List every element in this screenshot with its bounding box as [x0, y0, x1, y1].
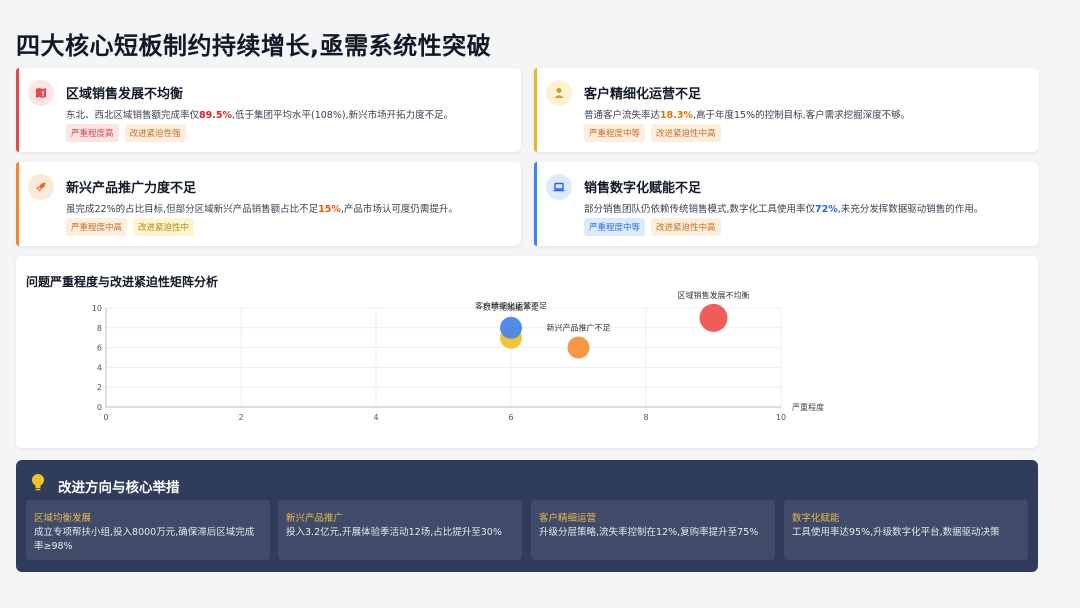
lightbulb-icon: [32, 474, 44, 491]
matrix-chart-card: 问题严重程度与改进紧迫性矩阵分析 0 2 4 6 8 10 0 2 4 6 8 10 严重程度 区域销售发…: [16, 256, 1038, 448]
card-description: 东北、西北区域销售额完成率仅89.5%,低于集团平均水平(108%),新兴市场开…: [66, 110, 454, 121]
urgency-tag: 改进紧迫性中高: [651, 124, 721, 142]
issue-card-new-product: 新兴产品推广力度不足 虽完成22%的占比目标,但部分区域新兴产品销售额占比不足1…: [16, 162, 521, 246]
x-axis-label: 严重程度: [792, 402, 824, 412]
x-tick-label: 8: [643, 413, 648, 422]
x-tick-label: 10: [776, 413, 786, 422]
measure-detail: 升级分层策略,流失率控制在12%,复购率提升至75%: [539, 527, 759, 538]
measure-detail: 成立专项帮扶小组,投入8000万元,确保滞后区域完成率≥98%: [34, 527, 255, 552]
severity-tag: 严重程度中高: [66, 218, 128, 236]
card-title: 区域销售发展不均衡: [66, 87, 184, 102]
highlight-value: 89.5%: [199, 110, 232, 121]
issue-card-customer: 客户精细化运营不足 普通客户流失率达18.3%,高于年度15%的控制目标,客户需…: [534, 68, 1039, 152]
rocket-icon: [28, 174, 54, 200]
user-icon: [546, 80, 572, 106]
highlight-value: 18.3%: [660, 110, 693, 121]
x-tick-label: 4: [373, 413, 378, 422]
issue-card-regional: 区域销售发展不均衡 东北、西北区域销售额完成率仅89.5%,低于集团平均水平(1…: [16, 68, 521, 152]
y-tick-label: 8: [97, 324, 102, 333]
measure-card-product: 新兴产品推广 投入3.2亿元,开展体验季活动12场,占比提升至30%: [278, 500, 522, 560]
improvement-panel: 改进方向与核心举措 区域均衡发展 成立专项帮扶小组,投入8000万元,确保滞后区…: [16, 460, 1038, 572]
severity-tag: 严重程度高: [66, 124, 119, 142]
severity-tag: 严重程度中等: [584, 218, 646, 236]
y-tick-label: 4: [97, 363, 102, 372]
urgency-tag: 改进紧迫性强: [124, 124, 186, 142]
x-tick-label: 6: [508, 413, 513, 422]
point-label: 区域销售发展不均衡: [678, 290, 750, 300]
card-title: 新兴产品推广力度不足: [66, 181, 197, 196]
y-tick-label: 0: [97, 403, 102, 412]
data-point: [699, 303, 728, 332]
card-title: 客户精细化运营不足: [584, 87, 702, 102]
severity-tag: 严重程度中等: [584, 124, 646, 142]
issue-card-digital: 销售数字化赋能不足 部分销售团队仍依赖传统销售模式,数字化工具使用率仅72%,未…: [534, 162, 1039, 246]
accent-bar: [534, 162, 537, 246]
measure-heading: 客户精细运营: [539, 513, 597, 524]
accent-bar: [16, 68, 19, 152]
measure-card-customer: 客户精细运营 升级分层策略,流失率控制在12%,复购率提升至75%: [531, 500, 775, 560]
measure-detail: 投入3.2亿元,开展体验季活动12场,占比提升至30%: [286, 527, 502, 538]
measure-heading: 数字化赋能: [792, 513, 840, 524]
laptop-icon: [546, 174, 572, 200]
card-description: 部分销售团队仍依赖传统销售模式,数字化工具使用率仅72%,未充分发挥数据驱动销售…: [584, 204, 984, 215]
y-tick-label: 2: [97, 383, 102, 392]
y-tick-label: 10: [92, 304, 102, 313]
urgency-tag: 改进紧迫性中高: [651, 218, 721, 236]
highlight-value: 72%: [815, 204, 838, 215]
data-point: [500, 316, 522, 339]
y-tick-label: 6: [97, 344, 102, 353]
measure-heading: 新兴产品推广: [286, 513, 344, 524]
card-description: 普通客户流失率达18.3%,高于年度15%的控制目标,客户需求挖掘深度不够。: [584, 110, 911, 121]
data-point: [567, 336, 590, 359]
measure-card-digital: 数字化赋能 工具使用率达95%,升级数字化平台,数据驱动决策: [784, 500, 1028, 560]
accent-bar: [16, 162, 19, 246]
panel-title: 改进方向与核心举措: [58, 480, 180, 496]
card-description: 虽完成22%的占比目标,但部分区域新兴产品销售额占比不足15%,产品市场认可度仍…: [66, 204, 458, 215]
x-tick-label: 0: [103, 413, 108, 422]
point-label: 数字化赋能不足: [483, 302, 539, 312]
map-alert-icon: [28, 80, 54, 106]
urgency-tag: 改进紧迫性中: [133, 218, 195, 236]
page-title: 四大核心短板制约持续增长,亟需系统性突破: [16, 32, 492, 60]
card-title: 销售数字化赋能不足: [584, 181, 702, 196]
accent-bar: [534, 68, 537, 152]
measure-detail: 工具使用率达95%,升级数字化平台,数据驱动决策: [792, 527, 1000, 538]
scatter-chart: 02468100 2 4 6 8 10严重程度区域销售发展不均衡客户精细化运营不足新兴产品…: [92, 290, 824, 422]
point-label: 新兴产品推广不足: [547, 323, 611, 333]
x-tick-label: 2: [238, 413, 243, 422]
measure-heading: 区域均衡发展: [34, 513, 92, 524]
measure-card-regional: 区域均衡发展 成立专项帮扶小组,投入8000万元,确保滞后区域完成率≥98%: [26, 500, 270, 560]
highlight-value: 15%: [318, 204, 341, 215]
